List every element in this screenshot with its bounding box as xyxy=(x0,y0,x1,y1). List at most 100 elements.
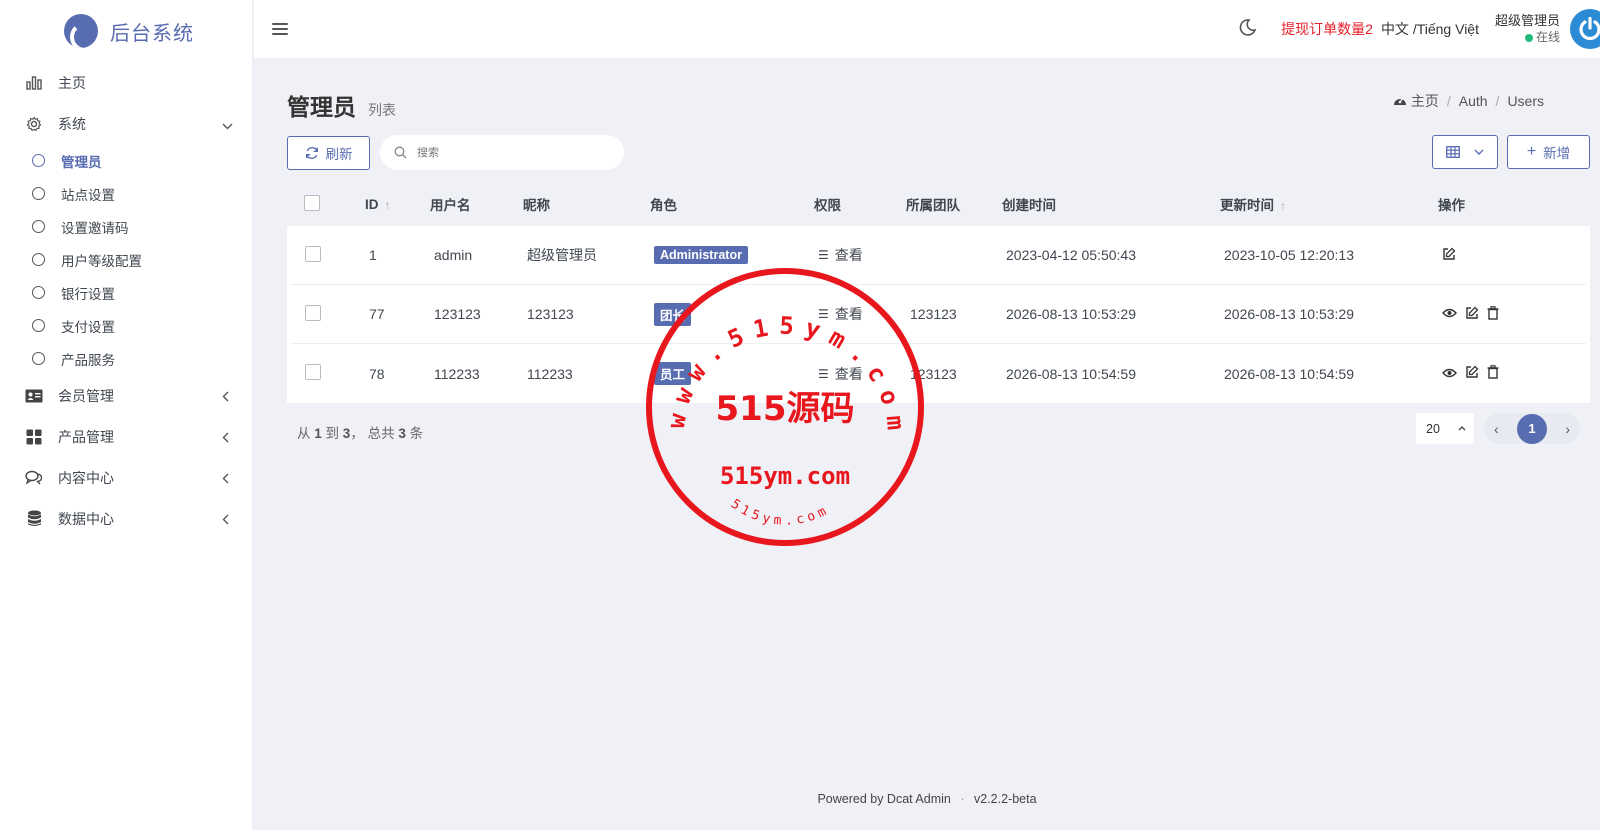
topbar-right: 提现订单数量2 中文 /Tiếng Việt 超级管理员 在线 xyxy=(1238,0,1600,58)
plus-icon: + xyxy=(1526,143,1537,160)
edit-icon[interactable] xyxy=(1465,365,1479,382)
sidebar-sub-item-label: 站点设置 xyxy=(61,187,115,203)
cell-created-at: 2023-04-12 05:50:43 xyxy=(1006,247,1136,263)
cell-actions xyxy=(1442,247,1586,264)
withdraw-order-notice[interactable]: 提现订单数量2 xyxy=(1281,19,1373,39)
add-button[interactable]: + 新增 xyxy=(1507,135,1590,169)
comments-icon xyxy=(24,470,44,485)
sidebar-sub-item-label: 银行设置 xyxy=(61,286,115,302)
sidebar-sub-item-user-levels[interactable]: 用户等级配置 xyxy=(0,243,252,276)
sidebar-sub-item-admins[interactable]: 管理员 xyxy=(0,144,252,177)
cell-id: 1 xyxy=(369,247,377,263)
sidebar-sub-item-bank-settings[interactable]: 银行设置 xyxy=(0,276,252,309)
gear-icon xyxy=(24,115,44,132)
sidebar-item-home[interactable]: 主页 xyxy=(0,62,252,103)
trash-icon[interactable] xyxy=(1487,365,1499,382)
summary-text-to: 到 xyxy=(321,426,343,441)
cell-username: admin xyxy=(434,247,473,263)
breadcrumb-separator: / xyxy=(1446,93,1451,109)
sidebar-item-products[interactable]: 产品管理 xyxy=(0,416,252,457)
main-content: 管理员 列表 主页 / Auth / Users 刷新 + 新增 ID ↑ 用户名… xyxy=(254,58,1600,830)
cell-permission[interactable]: ☰ 查看 xyxy=(818,245,910,265)
user-status-label: 在线 xyxy=(1535,30,1560,44)
eye-icon[interactable] xyxy=(1442,306,1457,322)
table-icon xyxy=(1446,146,1460,158)
permission-view-link[interactable]: 查看 xyxy=(835,364,863,384)
prev-page-button[interactable]: ‹ xyxy=(1494,421,1499,437)
trash-icon[interactable] xyxy=(1487,305,1499,323)
cell-permission[interactable]: ☰ 查看 xyxy=(818,364,910,384)
sidebar-item-label: 产品管理 xyxy=(58,428,114,445)
header-updated-at[interactable]: 更新时间 ↑ xyxy=(1220,194,1438,214)
brand[interactable]: 后台系统 xyxy=(0,0,252,62)
permission-view-link[interactable]: 查看 xyxy=(835,304,863,324)
avatar[interactable] xyxy=(1570,9,1600,49)
list-icon: ☰ xyxy=(818,248,829,262)
sidebar-sub-item-label: 支付设置 xyxy=(61,319,115,335)
circle-icon xyxy=(32,352,45,365)
header-permission: 权限 xyxy=(814,198,841,213)
refresh-button[interactable]: 刷新 xyxy=(287,136,370,170)
sidebar-item-system[interactable]: 系统 xyxy=(0,103,252,144)
breadcrumb-home[interactable]: 主页 xyxy=(1411,91,1439,111)
page-header: 管理员 列表 xyxy=(287,88,396,122)
language-switcher[interactable]: 中文 /Tiếng Việt xyxy=(1381,19,1479,39)
dark-mode-toggle-icon[interactable] xyxy=(1238,18,1257,40)
sidebar-sub-item-payment-settings[interactable]: 支付设置 xyxy=(0,309,252,342)
cell-updated-at: 2026-08-13 10:54:59 xyxy=(1224,365,1354,382)
breadcrumb-users: Users xyxy=(1507,93,1544,109)
sidebar-item-data[interactable]: 数据中心 xyxy=(0,498,252,539)
users-table: ID ↑ 用户名 昵称 角色 权限 所属团队 创建时间 更新时间 ↑ 操作 1 ad… xyxy=(287,182,1590,403)
permission-view-link[interactable]: 查看 xyxy=(835,245,863,265)
online-dot-icon xyxy=(1524,33,1533,42)
sort-arrow-icon[interactable]: ↑ xyxy=(1280,199,1286,213)
user-status: 在线 xyxy=(1524,29,1560,46)
breadcrumb-auth[interactable]: Auth xyxy=(1459,93,1488,109)
topbar: 提现订单数量2 中文 /Tiếng Việt 超级管理员 在线 xyxy=(254,0,1600,58)
role-badge: Administrator xyxy=(654,246,748,264)
row-checkbox[interactable] xyxy=(305,304,321,321)
system-submenu: 管理员 站点设置 设置邀请码 用户等级配置 银行设置 支付设置 产品服务 xyxy=(0,144,252,375)
row-checkbox[interactable] xyxy=(305,245,321,262)
hamburger-menu-icon[interactable] xyxy=(272,23,288,35)
sidebar-menu: 主页 系统 xyxy=(0,62,252,144)
page-button-current[interactable]: 1 xyxy=(1517,413,1547,444)
sidebar-item-content[interactable]: 内容中心 xyxy=(0,457,252,498)
cell-team: 123123 xyxy=(910,365,957,382)
cell-role: 员工 xyxy=(654,362,818,385)
cell-role: Administrator xyxy=(654,246,818,264)
table-header: ID ↑ 用户名 昵称 角色 权限 所属团队 创建时间 更新时间 ↑ 操作 xyxy=(287,182,1590,226)
sort-arrow-icon[interactable]: ↑ xyxy=(385,198,391,212)
next-page-button[interactable]: › xyxy=(1565,421,1570,437)
role-badge: 团长 xyxy=(654,302,692,326)
powered-by[interactable]: Powered by Dcat Admin xyxy=(817,792,950,806)
search-input[interactable] xyxy=(417,146,607,159)
chevron-down-icon xyxy=(1474,149,1484,155)
user-menu[interactable]: 超级管理员 在线 xyxy=(1495,12,1560,46)
header-label: 更新时间 xyxy=(1220,198,1274,213)
per-page-select[interactable]: 20 xyxy=(1416,413,1474,444)
search-box[interactable] xyxy=(380,135,624,170)
circle-icon xyxy=(32,187,45,200)
brand-name: 后台系统 xyxy=(110,22,194,45)
pagination-summary: 从 1 到 3， 总共 3 条 xyxy=(297,422,423,442)
sidebar-item-members[interactable]: 会员管理 xyxy=(0,375,252,416)
search-icon xyxy=(394,146,407,159)
circle-icon xyxy=(32,220,45,233)
cell-permission[interactable]: ☰ 查看 xyxy=(818,304,910,324)
header-id[interactable]: ID ↑ xyxy=(365,197,430,212)
table-body: 1 admin 超级管理员 Administrator ☰ 查看 2023-04-… xyxy=(287,226,1590,403)
sidebar-sub-item-site-settings[interactable]: 站点设置 xyxy=(0,177,252,210)
sidebar-sub-item-label: 设置邀请码 xyxy=(61,220,129,236)
edit-icon[interactable] xyxy=(1465,306,1479,323)
cell-username: 123123 xyxy=(434,306,481,322)
edit-icon[interactable] xyxy=(1442,247,1456,264)
sidebar-sub-item-product-services[interactable]: 产品服务 xyxy=(0,342,252,375)
select-all-checkbox[interactable] xyxy=(304,194,320,211)
cell-created-at: 2026-08-13 10:53:29 xyxy=(1006,306,1136,322)
header-team: 所属团队 xyxy=(906,198,960,213)
sidebar-sub-item-invite-code[interactable]: 设置邀请码 xyxy=(0,210,252,243)
column-selector-button[interactable] xyxy=(1432,135,1498,169)
row-checkbox[interactable] xyxy=(305,364,321,380)
eye-icon[interactable] xyxy=(1442,366,1457,382)
